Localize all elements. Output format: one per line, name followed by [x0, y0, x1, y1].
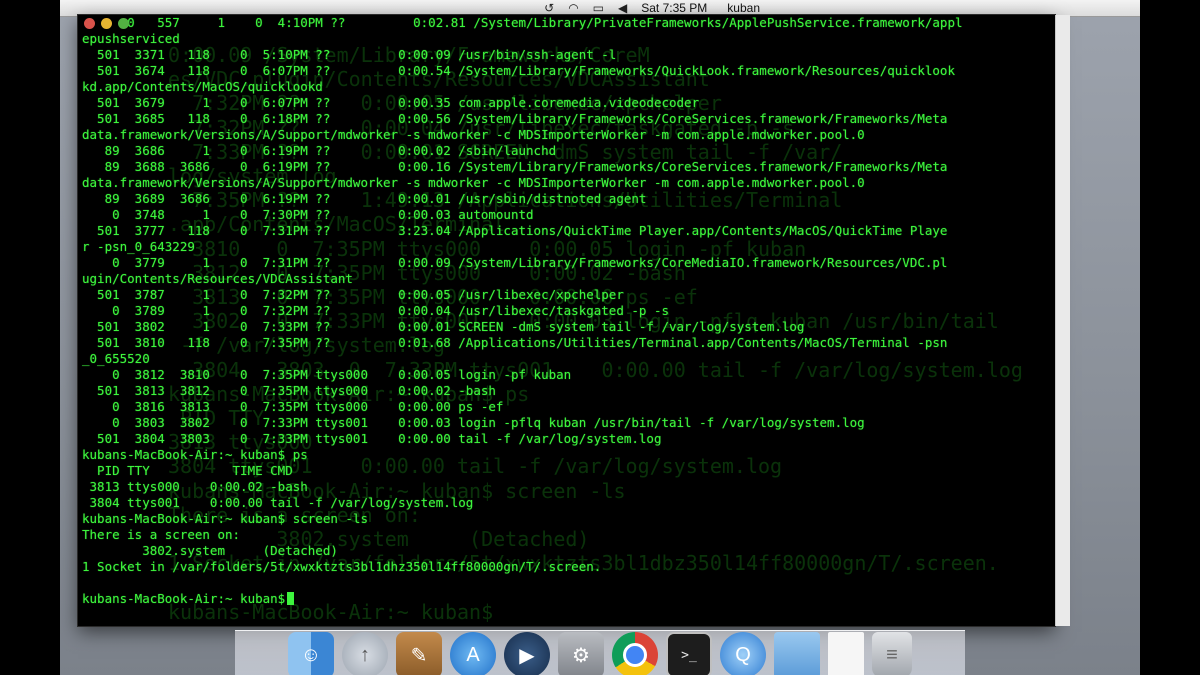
terminal-line: 89 3688 3686 0 6:19PM ?? 0:00.16 /System…	[104, 159, 948, 174]
volume-icon[interactable]: ◀	[618, 0, 627, 16]
terminal-line: ugin/Contents/Resources/VDCAssistant	[82, 271, 353, 286]
terminal-cursor	[287, 592, 295, 605]
terminal-line: 501 3685 118 0 6:18PM ?? 0:00.56 /System…	[97, 111, 948, 126]
terminal-line: 0 3816 3813 0 7:35PM ttys000 0:00.00 ps …	[112, 399, 504, 414]
app-store-icon[interactable]: A	[450, 632, 496, 675]
terminal-line: PID TTY TIME CMD	[97, 463, 293, 478]
quicktime-player-icon[interactable]: Q	[720, 632, 766, 675]
document-icon[interactable]	[828, 632, 864, 675]
pages-icon[interactable]: ✎	[396, 632, 442, 675]
terminal-line: kd.app/Contents/MacOS/quicklookd	[82, 79, 323, 94]
terminal-line: kubans-MacBook-Air:~ kuban$ screen -ls	[82, 511, 368, 526]
terminal-line: 501 3787 1 0 7:32PM ?? 0:00.05 /usr/libe…	[97, 287, 624, 302]
close-button[interactable]	[84, 18, 95, 29]
terminal-line: r -psn_0_643229	[82, 239, 195, 254]
quicktime-icon[interactable]: ▶	[504, 632, 550, 675]
terminal-line: 0 3779 1 0 7:31PM ?? 0:00.09 /System/Lib…	[112, 255, 948, 270]
terminal-line: 3813 ttys000 0:00.02 -bash	[89, 479, 308, 494]
terminal-line: 0 3748 1 0 7:30PM ?? 0:00.03 automountd	[112, 207, 534, 222]
terminal-line: 89 3686 1 0 6:19PM ?? 0:00.02 /sbin/laun…	[104, 143, 557, 158]
terminal-line: There is a screen on:	[82, 527, 241, 542]
terminal-line: 3804 ttys001 0:00.00 tail -f /var/log/sy…	[89, 495, 474, 510]
terminal-line: _0_655520	[82, 351, 150, 366]
battery-icon[interactable]: ▭	[593, 0, 604, 16]
finder-icon[interactable]: ☺	[288, 632, 334, 675]
terminal-line: data.framework/Versions/A/Support/mdwork…	[82, 127, 865, 142]
terminal-line: 0 3812 3810 0 7:35PM ttys000 0:00.05 log…	[112, 367, 572, 382]
minimize-button[interactable]	[101, 18, 112, 29]
terminal-line: 501 3813 3812 0 7:35PM ttys000 0:00.02 -…	[97, 383, 496, 398]
time-machine-icon[interactable]: ↺	[544, 0, 554, 16]
terminal-scrollbar[interactable]	[1055, 15, 1070, 626]
terminal-icon[interactable]: >_	[666, 632, 712, 675]
zoom-button[interactable]	[118, 18, 129, 29]
terminal-output[interactable]: 0 557 1 0 4:10PM ?? 0:02.81 /System/Libr…	[82, 15, 963, 607]
terminal-line: data.framework/Versions/A/Support/mdwork…	[82, 175, 865, 190]
terminal-line: 0 557 1 0 4:10PM ?? 0:02.81 /System/Libr…	[127, 15, 963, 30]
terminal-line: kubans-MacBook-Air:~ kuban$ ps	[82, 447, 308, 462]
terminal-line: 501 3810 118 0 7:35PM ?? 0:01.68 /Applic…	[97, 335, 948, 350]
terminal-line: 501 3371 118 0 5:10PM ?? 0:00.09 /usr/bi…	[97, 47, 617, 62]
window-controls	[84, 18, 129, 29]
wifi-icon[interactable]: ◠	[568, 0, 578, 16]
terminal-line: 0 3789 1 0 7:32PM ?? 0:00.04 /usr/libexe…	[112, 303, 669, 318]
system-preferences-icon[interactable]: ⚙	[558, 632, 604, 675]
menu-bar-status-area: ↺ ◠ ▭ ◀ Sat 7:35 PM kuban	[544, 0, 760, 16]
chrome-center	[623, 643, 647, 667]
terminal-line: 501 3777 118 0 7:31PM ?? 3:23.04 /Applic…	[97, 223, 948, 238]
terminal-line: 501 3679 1 0 6:07PM ?? 0:00.35 com.apple…	[97, 95, 700, 110]
desktop: ↺ ◠ ▭ ◀ Sat 7:35 PM kuban 0:00.09 /Syste…	[60, 0, 1140, 675]
folder-icon[interactable]	[774, 632, 820, 675]
chrome-icon[interactable]	[612, 632, 658, 675]
dock: ☺ ↑ ✎ A ▶ ⚙ >_ Q ≡	[235, 630, 965, 675]
terminal-line: 501 3674 118 0 6:07PM ?? 0:00.54 /System…	[97, 63, 955, 78]
launchpad-icon[interactable]: ↑	[342, 632, 388, 675]
terminal-line: 1 Socket in /var/folders/5t/xwxktzts3bl1…	[82, 559, 602, 574]
terminal-prompt: kubans-MacBook-Air:~ kuban$	[82, 591, 286, 606]
terminal-window[interactable]: 0:00.09 /System/Library/Frameworks/CoreM…	[78, 15, 1055, 626]
menu-bar-user[interactable]: kuban	[727, 0, 760, 16]
terminal-line: epushserviced	[82, 31, 180, 46]
menu-bar-clock[interactable]: Sat 7:35 PM	[641, 0, 707, 16]
terminal-line: 89 3689 3686 0 6:19PM ?? 0:00.01 /usr/sb…	[104, 191, 647, 206]
terminal-line: 501 3802 1 0 7:33PM ?? 0:00.01 SCREEN -d…	[97, 319, 805, 334]
terminal-line: 3802.system (Detached)	[142, 543, 338, 558]
terminal-line: 501 3804 3803 0 7:33PM ttys001 0:00.00 t…	[97, 431, 662, 446]
trash-icon[interactable]: ≡	[872, 632, 912, 675]
terminal-line: 0 3803 3802 0 7:33PM ttys001 0:00.03 log…	[112, 415, 865, 430]
